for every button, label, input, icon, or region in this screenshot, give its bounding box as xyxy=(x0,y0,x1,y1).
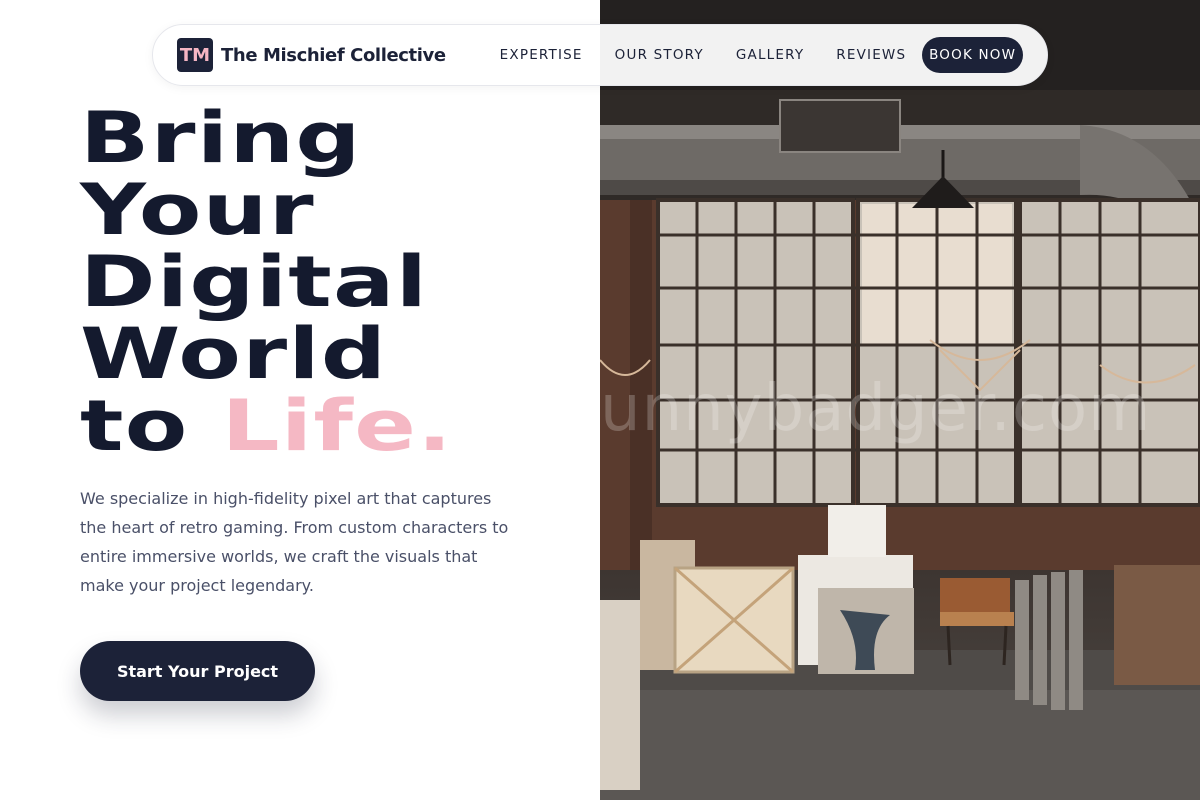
nav-links: EXPERTISE OUR STORY GALLERY REVIEWS xyxy=(484,47,923,63)
headline-prefix: to xyxy=(80,385,189,467)
start-project-button[interactable]: Start Your Project xyxy=(80,641,315,701)
nav-link-reviews[interactable]: REVIEWS xyxy=(820,47,922,63)
hero-headline: Bring Your Digital World to Life. xyxy=(80,102,756,462)
headline-line-5: to Life. xyxy=(80,390,756,462)
headline-accent: Life. xyxy=(221,385,454,467)
headline-line-2: Your xyxy=(80,169,315,251)
hero-description: We specialize in high-fidelity pixel art… xyxy=(80,489,509,595)
nav-link-gallery[interactable]: GALLERY xyxy=(720,47,820,63)
logo-initials: TM xyxy=(179,44,211,66)
brand-name[interactable]: The Mischief Collective xyxy=(221,45,446,66)
logo-mark[interactable]: TM xyxy=(177,38,214,72)
nav-link-our-story[interactable]: OUR STORY xyxy=(599,47,720,63)
headline-line-3: Digital xyxy=(80,241,429,323)
nav-link-expertise[interactable]: EXPERTISE xyxy=(484,47,599,63)
headline-line-1: Bring xyxy=(80,97,362,179)
top-nav: TM The Mischief Collective EXPERTISE OUR… xyxy=(152,24,1048,86)
headline-line-4: World xyxy=(80,313,388,395)
book-now-button[interactable]: BOOK NOW xyxy=(922,37,1023,73)
